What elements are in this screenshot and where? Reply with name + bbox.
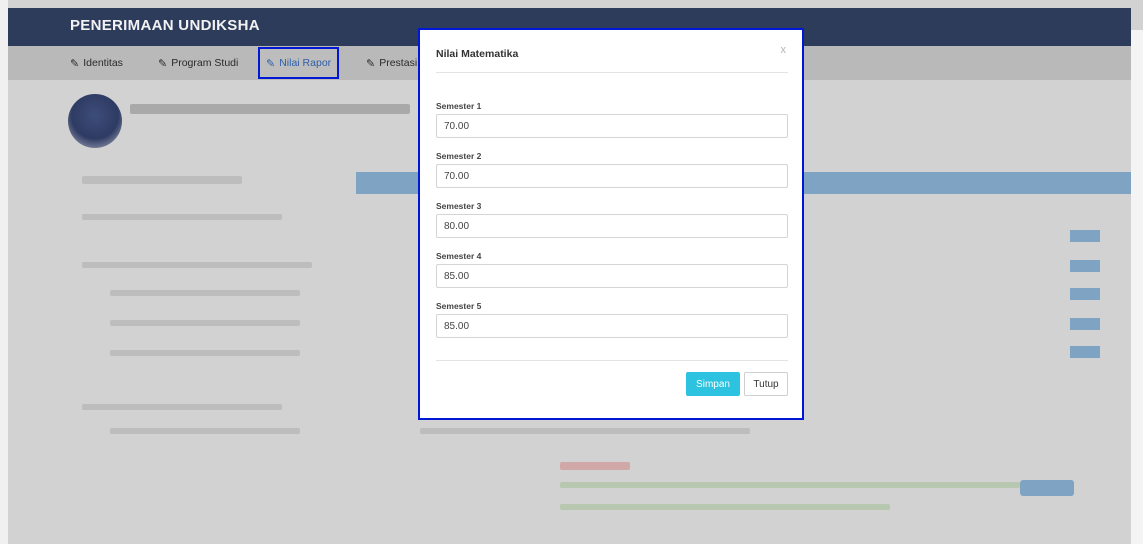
blurred-text	[560, 504, 890, 510]
right-edge	[1131, 30, 1143, 544]
left-edge	[0, 0, 8, 544]
blurred-text	[82, 404, 282, 410]
blurred-text	[110, 290, 300, 296]
blurred-text	[82, 262, 312, 268]
modal-title: Nilai Matematika	[436, 48, 519, 60]
field-label-semester-4: Semester 4	[436, 251, 482, 261]
tab-prestasi[interactable]: ✎ Prestasi	[366, 54, 417, 72]
tab-program-studi[interactable]: ✎ Program Studi	[158, 54, 238, 72]
tab-nilai-rapor[interactable]: ✎ Nilai Rapor	[258, 47, 340, 79]
blurred-text	[110, 428, 300, 434]
pencil-icon: ✎	[70, 57, 80, 70]
header-divider	[436, 72, 788, 73]
semester-4-input[interactable]	[436, 264, 788, 288]
blurred-button	[1070, 230, 1100, 242]
pencil-icon: ✎	[158, 57, 168, 70]
tab-label: Program Studi	[171, 57, 239, 69]
tab-label: Nilai Rapor	[279, 57, 332, 69]
blurred-button	[1070, 318, 1100, 330]
blurred-button	[1070, 346, 1100, 358]
blurred-text	[82, 214, 282, 220]
save-button[interactable]: Simpan	[686, 372, 740, 396]
blurred-label	[560, 462, 630, 470]
semester-1-input[interactable]	[436, 114, 788, 138]
field-label-semester-2: Semester 2	[436, 151, 482, 161]
semester-5-input[interactable]	[436, 314, 788, 338]
blurred-button	[1070, 288, 1100, 300]
blurred-button	[1020, 480, 1074, 496]
app-title: PENERIMAAN UNDIKSHA	[70, 17, 260, 34]
field-label-semester-3: Semester 3	[436, 201, 482, 211]
tab-identitas[interactable]: ✎ Identitas	[70, 54, 123, 72]
tab-label: Identitas	[83, 57, 123, 69]
blurred-table-header	[356, 172, 418, 194]
blurred-text	[560, 482, 1020, 488]
pencil-icon: ✎	[366, 57, 376, 70]
close-icon[interactable]: x	[781, 44, 787, 56]
field-label-semester-1: Semester 1	[436, 101, 482, 111]
pencil-icon: ✎	[266, 57, 276, 70]
blurred-text	[420, 428, 750, 434]
blurred-button	[1070, 260, 1100, 272]
tab-label: Prestasi	[379, 57, 418, 69]
blurred-text	[82, 176, 242, 184]
blurred-text	[110, 350, 300, 356]
footer-divider	[436, 360, 788, 361]
close-button[interactable]: Tutup	[744, 372, 788, 396]
blurred-table-header	[804, 172, 1131, 194]
semester-3-input[interactable]	[436, 214, 788, 238]
avatar	[68, 94, 122, 148]
field-label-semester-5: Semester 5	[436, 301, 482, 311]
blurred-heading	[130, 104, 410, 114]
semester-2-input[interactable]	[436, 164, 788, 188]
blurred-text	[110, 320, 300, 326]
nilai-modal: Nilai Matematika x Semester 1 Semester 2…	[418, 28, 804, 420]
